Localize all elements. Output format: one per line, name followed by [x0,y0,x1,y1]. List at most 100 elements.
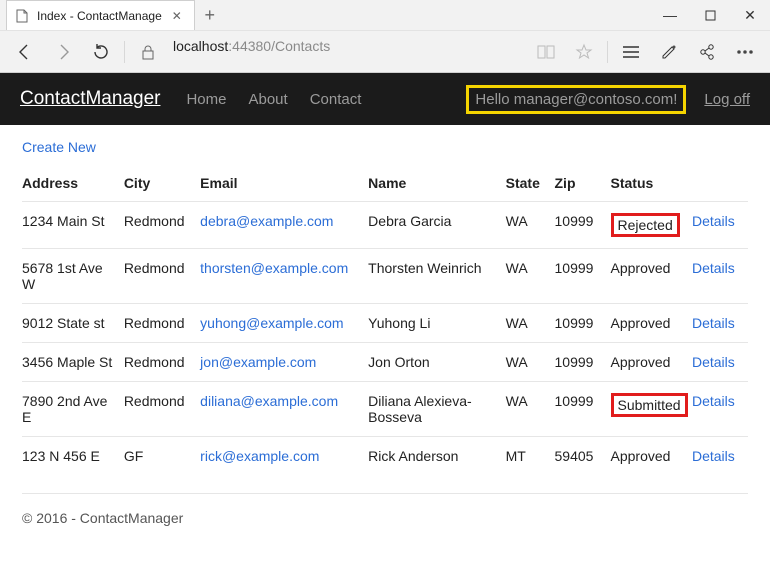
cell-state: WA [506,304,555,343]
th-zip: Zip [555,165,611,202]
contacts-table: Address City Email Name State Zip Status… [22,165,748,475]
cell-status: Approved [611,437,692,476]
share-icon[interactable] [688,33,726,71]
cell-email: yuhong@example.com [200,304,368,343]
cell-zip: 59405 [555,437,611,476]
details-link[interactable]: Details [692,393,735,409]
hub-icon[interactable] [612,33,650,71]
table-row: 123 N 456 EGFrick@example.comRick Anders… [22,437,748,476]
cell-zip: 10999 [555,202,611,249]
cell-state: WA [506,382,555,437]
cell-city: Redmond [124,249,200,304]
cell-zip: 10999 [555,249,611,304]
email-link[interactable]: rick@example.com [200,448,319,464]
logoff-link[interactable]: Log off [704,91,750,108]
nav-contact[interactable]: Contact [310,91,362,108]
hello-user[interactable]: Hello manager@contoso.com! [466,85,686,114]
cell-status: Submitted [611,382,692,437]
window-maximize-button[interactable] [690,10,730,21]
create-new-link[interactable]: Create New [22,139,96,155]
th-address: Address [22,165,124,202]
details-link[interactable]: Details [692,213,735,229]
forward-button[interactable] [44,33,82,71]
email-link[interactable]: diliana@example.com [200,393,338,409]
email-link[interactable]: thorsten@example.com [200,260,348,276]
footer-text: © 2016 - ContactManager [22,510,183,526]
browser-tab[interactable]: Index - ContactManage ✕ [6,0,195,30]
cell-zip: 10999 [555,382,611,437]
cell-email: jon@example.com [200,343,368,382]
cell-status: Rejected [611,202,692,249]
cell-name: Rick Anderson [368,437,505,476]
cell-name: Yuhong Li [368,304,505,343]
app-navbar: ContactManager Home About Contact Hello … [0,73,770,125]
email-link[interactable]: yuhong@example.com [200,315,343,331]
address-path: :44380/Contacts [228,38,330,54]
th-email: Email [200,165,368,202]
cell-city: Redmond [124,343,200,382]
cell-state: WA [506,249,555,304]
cell-name: Thorsten Weinrich [368,249,505,304]
brand-link[interactable]: ContactManager [20,88,160,110]
table-row: 5678 1st Ave WRedmondthorsten@example.co… [22,249,748,304]
tab-close-icon[interactable]: ✕ [170,9,184,23]
more-icon[interactable] [726,33,764,71]
cell-address: 7890 2nd Ave E [22,382,124,437]
cell-name: Debra Garcia [368,202,505,249]
email-link[interactable]: debra@example.com [200,213,333,229]
address-bar[interactable]: localhost:44380/Contacts [167,38,527,66]
details-link[interactable]: Details [692,354,735,370]
favorite-icon[interactable] [565,33,603,71]
tab-title: Index - ContactManage [37,9,162,23]
cell-actions: Details [692,249,748,304]
cell-actions: Details [692,304,748,343]
th-state: State [506,165,555,202]
details-link[interactable]: Details [692,260,735,276]
cell-address: 9012 State st [22,304,124,343]
cell-address: 1234 Main St [22,202,124,249]
cell-address: 3456 Maple St [22,343,124,382]
refresh-button[interactable] [82,33,120,71]
reading-view-icon[interactable] [527,33,565,71]
lock-icon [129,33,167,71]
cell-status: Approved [611,304,692,343]
cell-state: WA [506,343,555,382]
cell-city: Redmond [124,304,200,343]
nav-about[interactable]: About [248,91,287,108]
th-name: Name [368,165,505,202]
window-close-button[interactable]: ✕ [730,7,770,24]
cell-zip: 10999 [555,304,611,343]
footer: © 2016 - ContactManager [22,493,748,544]
details-link[interactable]: Details [692,448,735,464]
th-city: City [124,165,200,202]
table-header-row: Address City Email Name State Zip Status [22,165,748,202]
cell-name: Diliana Alexieva-Bosseva [368,382,505,437]
table-row: 1234 Main StRedmonddebra@example.com Debr… [22,202,748,249]
page-icon [15,9,29,23]
back-button[interactable] [6,33,44,71]
cell-city: Redmond [124,382,200,437]
cell-address: 5678 1st Ave W [22,249,124,304]
browser-toolbar: localhost:44380/Contacts [0,30,770,72]
cell-actions: Details [692,202,748,249]
nav-home[interactable]: Home [186,91,226,108]
cell-email: rick@example.com [200,437,368,476]
table-row: 9012 State stRedmondyuhong@example.com Yu… [22,304,748,343]
cell-actions: Details [692,382,748,437]
cell-state: WA [506,202,555,249]
cell-actions: Details [692,437,748,476]
cell-name: Jon Orton [368,343,505,382]
cell-city: GF [124,437,200,476]
cell-email: diliana@example.com [200,382,368,437]
table-row: 3456 Maple StRedmondjon@example.com Jon O… [22,343,748,382]
cell-city: Redmond [124,202,200,249]
cell-status: Approved [611,343,692,382]
status-badge: Rejected [611,213,680,237]
details-link[interactable]: Details [692,315,735,331]
cell-zip: 10999 [555,343,611,382]
web-note-icon[interactable] [650,33,688,71]
new-tab-button[interactable]: + [195,5,225,26]
window-minimize-button[interactable]: — [650,7,690,23]
email-link[interactable]: jon@example.com [200,354,316,370]
th-status: Status [611,165,692,202]
